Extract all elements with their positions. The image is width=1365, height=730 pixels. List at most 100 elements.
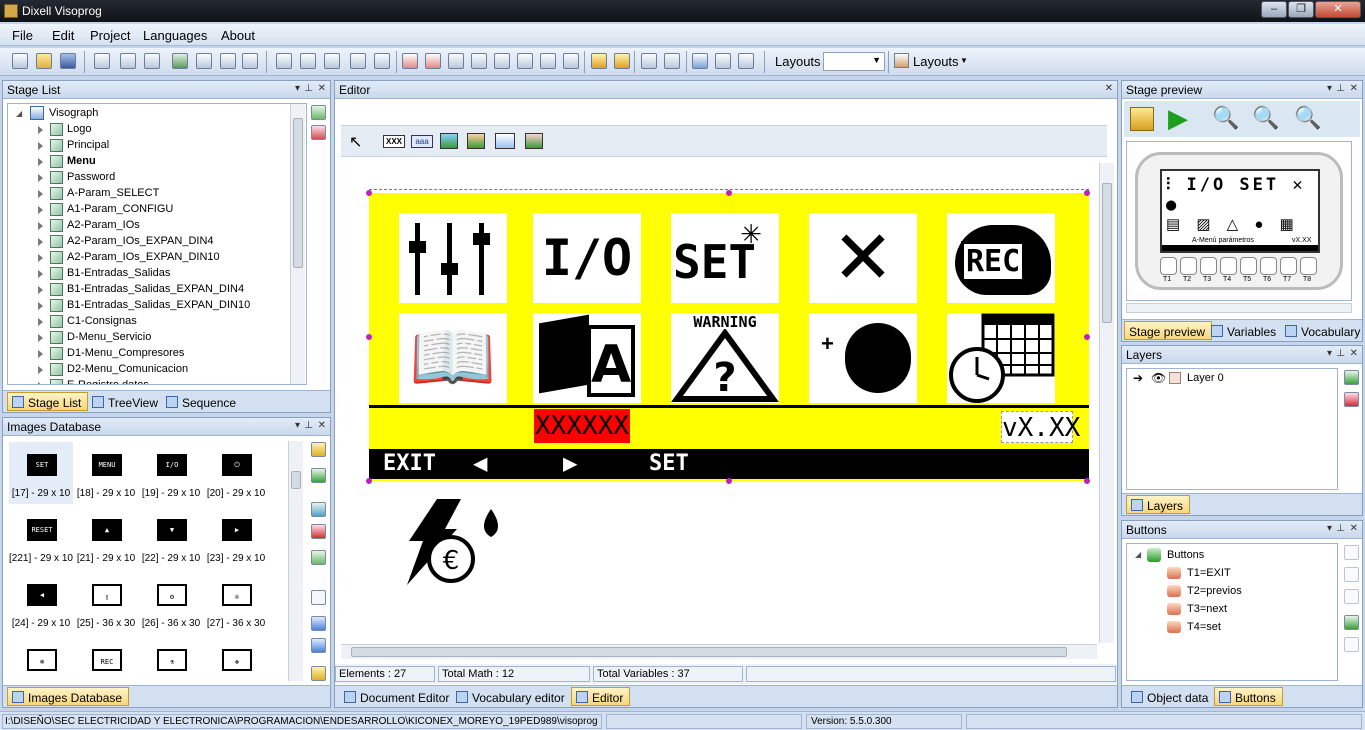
- resize-handle[interactable]: [1084, 190, 1090, 196]
- preview-key[interactable]: T2: [1180, 257, 1197, 283]
- editor-hscroll[interactable]: [341, 644, 1097, 659]
- set-icon[interactable]: SET ✳: [671, 213, 779, 303]
- stage-item[interactable]: D2-Menu_Comunicacion: [38, 362, 288, 378]
- softkey-exit[interactable]: EXIT: [383, 451, 436, 476]
- image-item[interactable]: ▯ [25] - 36 x 30: [74, 572, 138, 634]
- add-layer-icon[interactable]: [1344, 370, 1359, 385]
- text-field-tool[interactable]: XXX: [383, 135, 405, 148]
- stage-item[interactable]: A2-Param_IOs: [38, 218, 288, 234]
- image-item[interactable]: I/O [19] - 29 x 10: [139, 442, 203, 504]
- delete-stage-icon[interactable]: [311, 125, 326, 140]
- button-item[interactable]: T4=set: [1167, 620, 1327, 636]
- label-tool[interactable]: aaa: [411, 135, 433, 148]
- stage-item[interactable]: A2-Param_IOs_EXPAN_DIN4: [38, 234, 288, 250]
- expand-icon[interactable]: [38, 270, 43, 278]
- preview-key[interactable]: T4: [1220, 257, 1237, 283]
- image-item[interactable]: ❅: [204, 637, 268, 683]
- value-field[interactable]: XXXXXX: [534, 409, 630, 443]
- expand-icon[interactable]: [38, 142, 43, 150]
- export-image-icon[interactable]: [311, 666, 326, 681]
- image-item[interactable]: ◀ [24] - 29 x 10: [9, 572, 73, 634]
- align-top-icon[interactable]: [448, 53, 464, 69]
- lock-icon[interactable]: [1169, 372, 1181, 384]
- language-icon[interactable]: A: [533, 313, 641, 403]
- delete-layer-icon[interactable]: [1344, 392, 1359, 407]
- move-up-icon[interactable]: [311, 616, 326, 631]
- pointer-icon[interactable]: ↖: [349, 132, 362, 152]
- stage-item[interactable]: Principal: [38, 138, 288, 154]
- dropdown-icon[interactable]: ▾: [1327, 348, 1332, 359]
- camera-icon[interactable]: [1130, 107, 1154, 131]
- close-button[interactable]: ✕: [1315, 1, 1361, 18]
- expand-icon[interactable]: [38, 334, 43, 342]
- expand-icon[interactable]: [38, 302, 43, 310]
- button-item[interactable]: T3=next: [1167, 602, 1327, 618]
- expand-icon[interactable]: [38, 238, 43, 246]
- close-icon[interactable]: ✕: [1350, 348, 1358, 359]
- send-back-icon[interactable]: [614, 53, 630, 69]
- pin-icon[interactable]: ⊥: [1336, 83, 1345, 94]
- image-item[interactable]: ▼ [22] - 29 x 10: [139, 507, 203, 569]
- sliders-icon[interactable]: [399, 213, 507, 303]
- new-icon[interactable]: [12, 53, 28, 69]
- pin-icon[interactable]: ⊥: [1336, 348, 1345, 359]
- expand-icon[interactable]: [38, 318, 43, 326]
- resize-handle[interactable]: [726, 478, 732, 484]
- stage-item[interactable]: A1-Param_CONFIGU: [38, 202, 288, 218]
- zoom-1-1-icon[interactable]: 🔍: [1212, 105, 1239, 131]
- stage-item[interactable]: A-Param_SELECT: [38, 186, 288, 202]
- pin-icon[interactable]: ⊥: [304, 83, 313, 94]
- io-icon[interactable]: I/O: [533, 213, 641, 303]
- zoom-out-icon[interactable]: [664, 53, 680, 69]
- warning-icon[interactable]: WARNING ?: [671, 313, 779, 403]
- pin-icon[interactable]: ⊥: [304, 420, 313, 431]
- collapse-icon[interactable]: ◢: [16, 109, 22, 118]
- play-icon[interactable]: ▶: [1168, 103, 1188, 134]
- add-stage-icon[interactable]: [311, 105, 326, 120]
- layouts-select[interactable]: ▼: [823, 52, 885, 71]
- print-icon[interactable]: [120, 53, 136, 69]
- resize-handle[interactable]: [726, 190, 732, 196]
- close-icon[interactable]: ✕: [318, 83, 326, 94]
- stage-item[interactable]: Logo: [38, 122, 288, 138]
- edit-image-icon[interactable]: [311, 550, 326, 565]
- cut-icon[interactable]: [276, 53, 292, 69]
- menu-edit[interactable]: Edit: [52, 28, 74, 43]
- align-left-icon[interactable]: [402, 53, 418, 69]
- grid3-icon[interactable]: [540, 53, 556, 69]
- preview-key[interactable]: T8: [1300, 257, 1317, 283]
- image-tool-icon[interactable]: [440, 133, 458, 149]
- resize-handle[interactable]: [366, 334, 372, 340]
- service-icon[interactable]: +: [809, 313, 917, 403]
- export-icon[interactable]: [144, 53, 160, 69]
- preview-key[interactable]: T5: [1240, 257, 1257, 283]
- tree-root[interactable]: ◢ Visograph: [16, 106, 296, 122]
- dropdown-icon[interactable]: ▾: [295, 83, 300, 94]
- tab-editor[interactable]: Editor: [571, 687, 631, 706]
- button-item[interactable]: T1=EXIT: [1167, 566, 1327, 582]
- collapse-icon[interactable]: ◢: [1135, 550, 1141, 559]
- grid2-icon[interactable]: [517, 53, 533, 69]
- stage-item[interactable]: D1-Menu_Compresores: [38, 346, 288, 362]
- softkey-next[interactable]: ▶: [563, 449, 577, 477]
- tab-treeview[interactable]: TreeView: [87, 392, 165, 411]
- expand-icon[interactable]: [38, 286, 43, 294]
- image-item[interactable]: REC: [74, 637, 138, 683]
- tab-document-editor[interactable]: Document Editor: [339, 687, 456, 706]
- tab-buttons[interactable]: Buttons: [1214, 687, 1283, 706]
- expand-icon[interactable]: [38, 206, 43, 214]
- animation-tool-icon[interactable]: [467, 133, 485, 149]
- compile-icon[interactable]: [172, 53, 188, 69]
- open-icon[interactable]: [36, 53, 52, 69]
- tools-icon[interactable]: ✕: [809, 213, 917, 303]
- stage-item[interactable]: B1-Entradas_Salidas_EXPAN_DIN4: [38, 282, 288, 298]
- tab-sequence[interactable]: Sequence: [161, 392, 243, 411]
- softkey-set[interactable]: SET: [649, 451, 689, 476]
- calendar-clock-icon[interactable]: [947, 313, 1055, 403]
- expand-icon[interactable]: [38, 190, 43, 198]
- rename-icon[interactable]: [311, 590, 326, 605]
- tab-images-database[interactable]: Images Database: [7, 687, 130, 706]
- image-item[interactable]: ⚙ [26] - 36 x 30: [139, 572, 203, 634]
- grid4-icon[interactable]: [563, 53, 579, 69]
- softkey-prev[interactable]: ◀: [473, 449, 487, 477]
